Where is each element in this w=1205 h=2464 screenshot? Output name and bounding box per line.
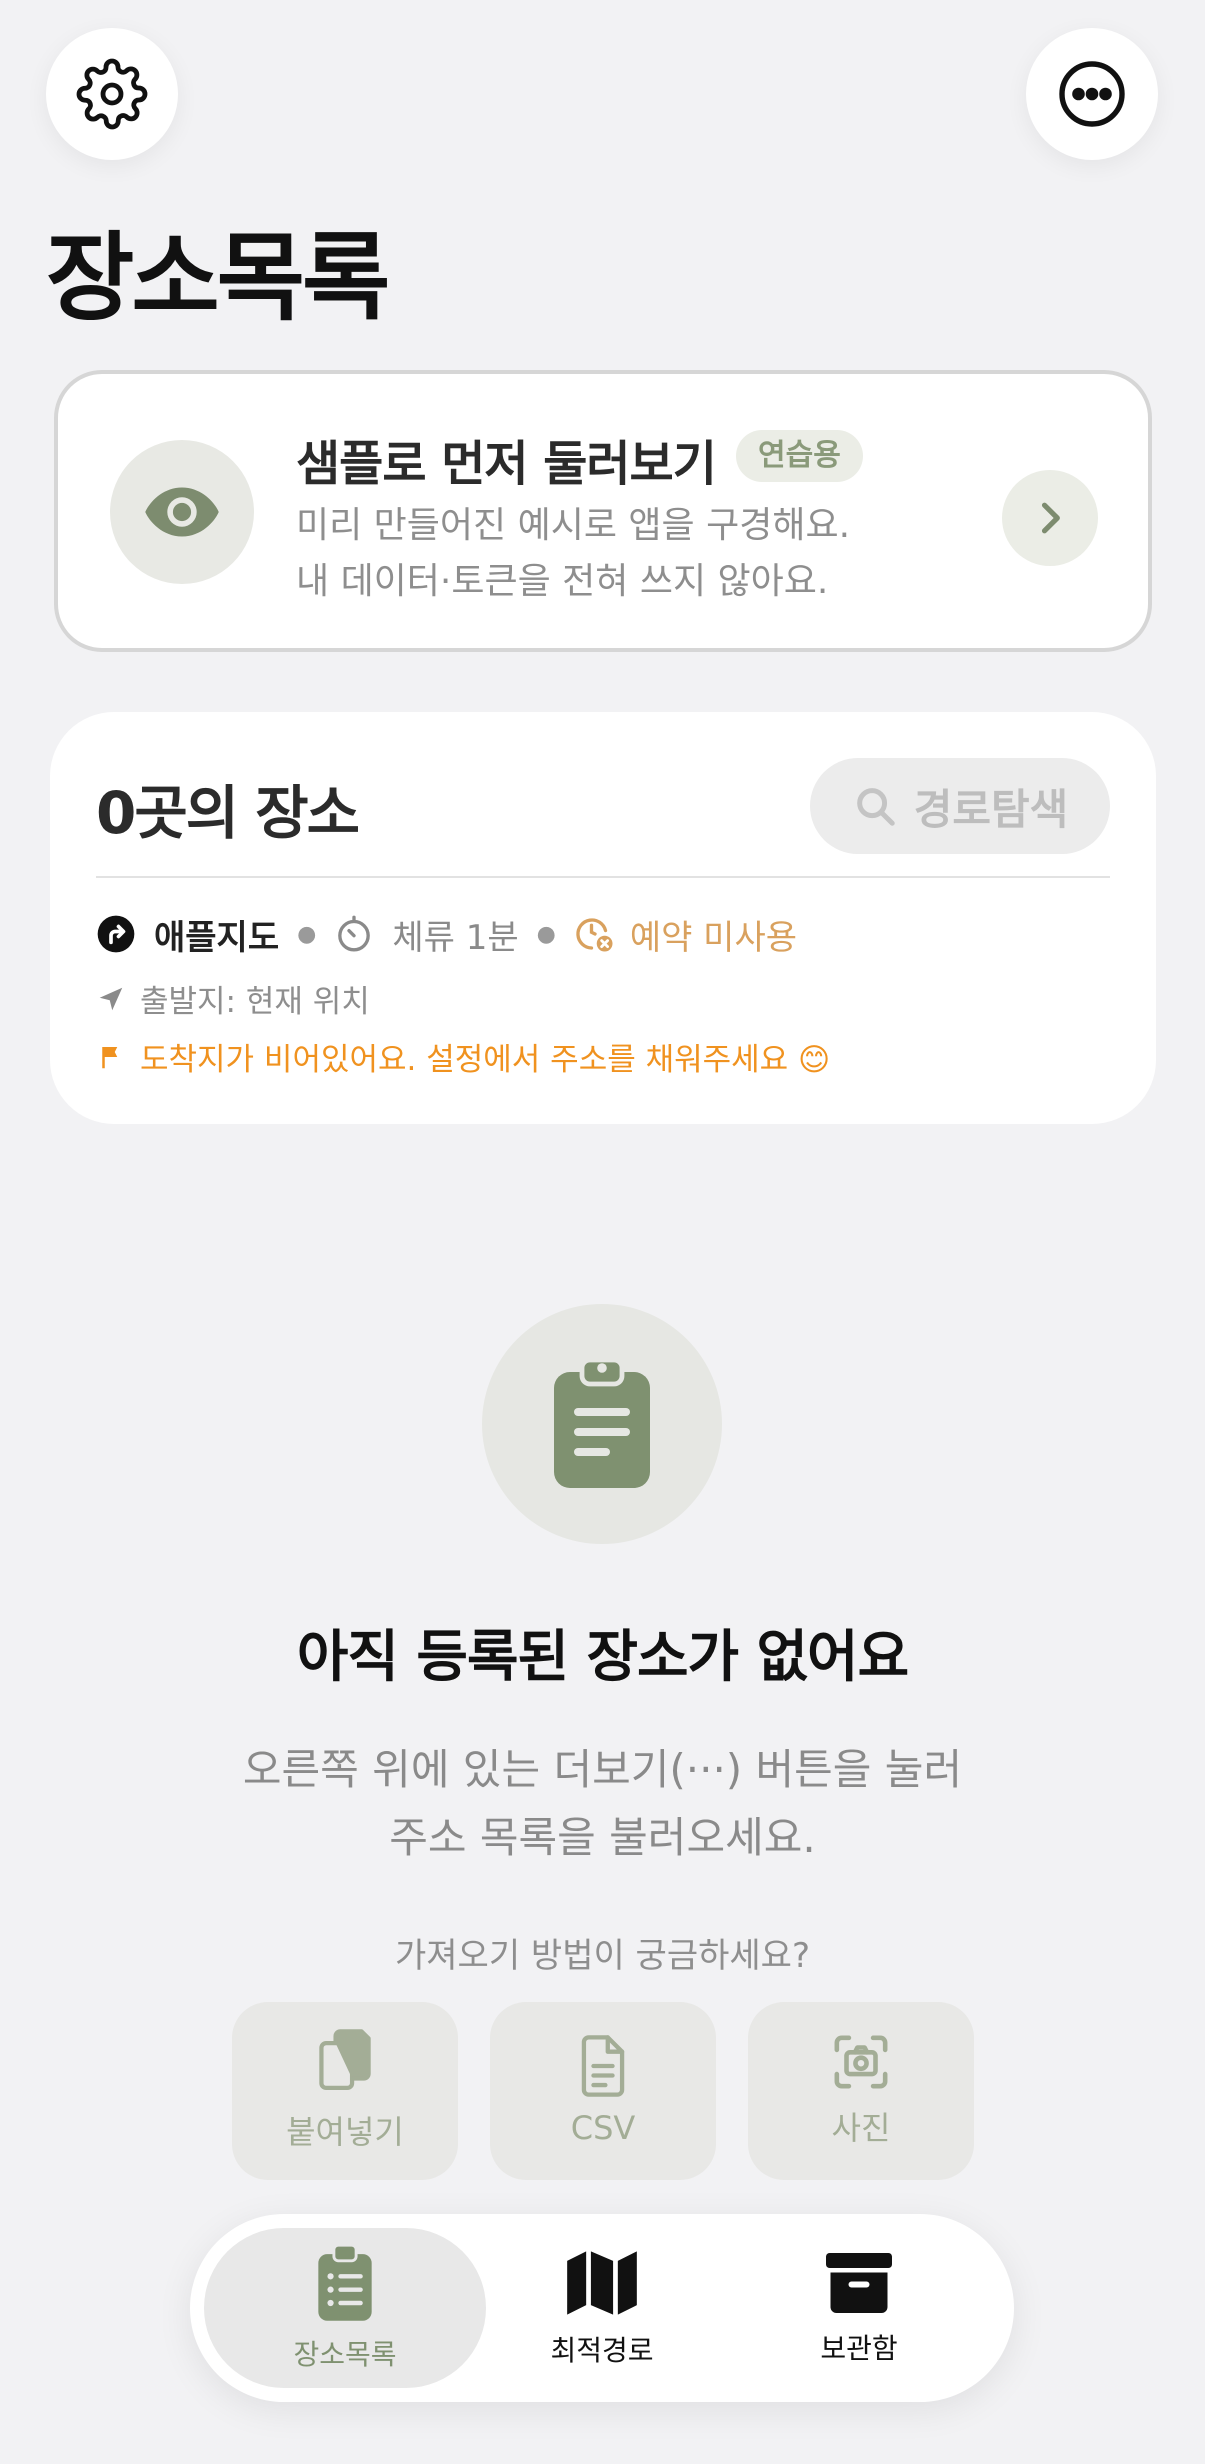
origin-label: 출발지: 현재 위치 [140,984,370,1020]
tab-optimal-route[interactable]: 최적경로 [461,2228,743,2388]
photo-import-button[interactable]: 사진 [748,2002,974,2180]
timer-icon [338,915,371,952]
places-count: 0곳의 장소 [96,779,360,847]
paste-import-button[interactable]: 붙여넣기 [232,2002,458,2180]
route-search-label: 경로탐색 [913,784,1069,834]
page-title: 장소목록 [46,222,390,334]
stay-time-label[interactable]: 체류 1분 [392,910,518,959]
map-icon [567,2251,637,2315]
archive-icon [826,2253,892,2313]
map-app-label[interactable]: 애플지도 [154,910,279,959]
reservation-off-icon [576,918,613,952]
sample-desc-line1: 미리 만들어진 예시로 앱을 구경해요. [296,505,851,546]
tab-archive[interactable]: 보관함 [718,2228,1000,2388]
csv-import-button[interactable]: CSV [490,2002,716,2180]
practice-badge: 연습용 [736,430,863,482]
more-button[interactable] [1026,28,1158,160]
document-icon [581,2035,625,2097]
empty-state-icon-container [482,1304,722,1544]
flag-icon [102,1046,118,1068]
chevron-right-icon [1041,502,1060,534]
settings-button[interactable] [46,28,178,160]
empty-state-desc-line2: 주소 목록을 불러오세요. [389,1813,816,1862]
sample-open-button[interactable] [1002,470,1098,566]
gear-icon [76,58,148,130]
clipboard-list-icon [318,2243,372,2321]
import-help-text: 가져오기 방법이 궁금하세요? [394,1936,811,1976]
tab-optimal-route-label: 최적경로 [550,2334,654,2367]
eye-icon [145,487,219,537]
divider [96,876,1110,878]
sample-desc-line2: 내 데이터·토큰을 전혀 쓰지 않아요. [296,561,829,602]
empty-state-title: 아직 등록된 장소가 없어요 [296,1625,909,1690]
route-meta-row: 애플지도 ● 체류 1분 ● 예약 미사용 [96,908,797,960]
eye-icon-container [110,440,254,584]
destination-warning: 도착지가 비어있어요. 설정에서 주소를 채워주세요 😊 [140,1042,831,1078]
tab-bar: 장소목록 최적경로 보관함 [190,2214,1014,2402]
separator-dot: ● [536,921,556,947]
clipboard-icon [554,1357,650,1488]
camera-icon [834,2035,888,2089]
photo-import-label: 사진 [831,2109,891,2147]
origin-row: 출발지: 현재 위치 [96,976,370,1021]
location-arrow-icon [99,987,123,1010]
paste-icon [319,2029,371,2091]
turn-arrow-icon [97,915,135,953]
csv-import-label: CSV [570,2109,636,2147]
tab-places-label: 장소목록 [293,2338,397,2371]
destination-warning-row: 도착지가 비어있어요. 설정에서 주소를 채워주세요 😊 [96,1034,830,1079]
more-icon [1059,61,1125,127]
tab-archive-label: 보관함 [820,2332,898,2365]
places-summary-card: 0곳의 장소 경로탐색 애플지도 ● 체류 1분 ● 예약 미사용 출발지: 현… [50,712,1156,1124]
tab-places[interactable]: 장소목록 [204,2228,486,2388]
sample-title: 샘플로 먼저 둘러보기 [296,436,717,492]
separator-dot: ● [297,921,317,947]
paste-import-label: 붙여넣기 [286,2113,404,2151]
search-icon [856,788,895,826]
reservation-label[interactable]: 예약 미사용 [630,910,797,959]
route-search-button[interactable]: 경로탐색 [810,758,1110,854]
empty-state-desc-line1: 오른쪽 위에 있는 더보기(···) 버튼을 눌러 [242,1745,963,1794]
sample-preview-card[interactable]: 샘플로 먼저 둘러보기 연습용 미리 만들어진 예시로 앱을 구경해요. 내 데… [54,370,1152,652]
